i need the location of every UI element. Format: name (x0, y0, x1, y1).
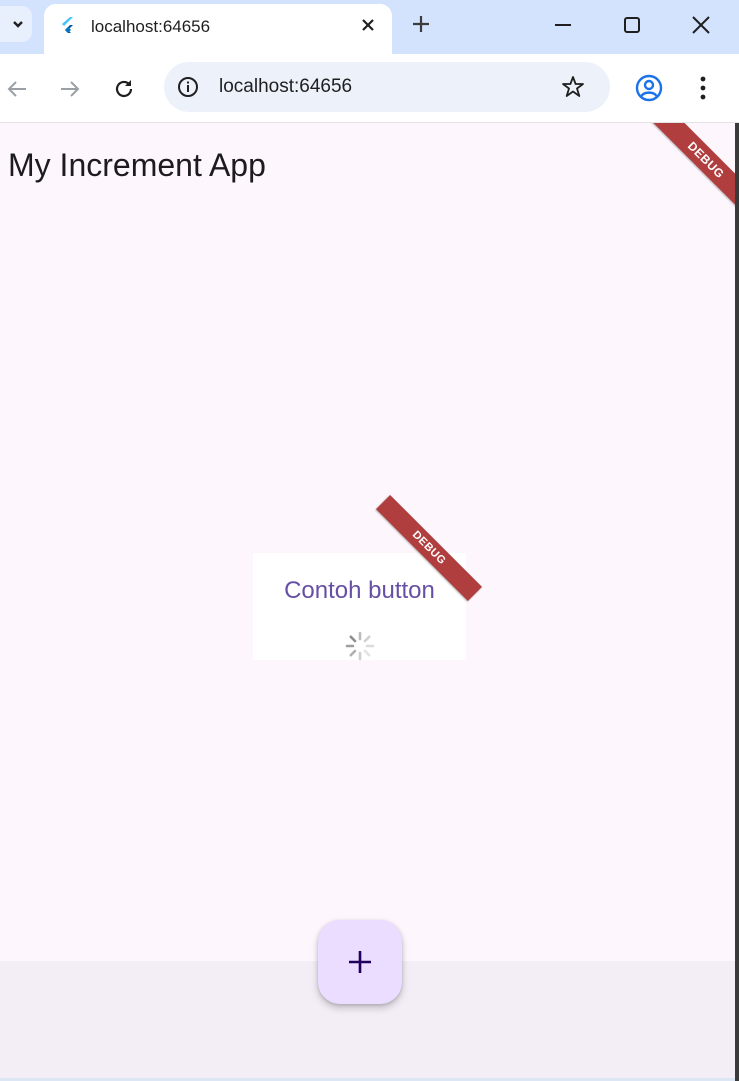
active-tab[interactable]: localhost:64656 (44, 4, 392, 54)
window-edge (735, 123, 739, 1081)
site-info-icon[interactable] (176, 75, 200, 99)
new-tab-button[interactable] (406, 9, 436, 39)
contoh-button[interactable]: Contoh button (253, 577, 466, 605)
address-bar[interactable]: localhost:64656 (164, 62, 610, 112)
back-button[interactable] (2, 74, 32, 104)
profile-icon[interactable] (634, 73, 664, 103)
tab-close-button[interactable] (356, 13, 380, 37)
debug-banner: DEBUG (645, 123, 735, 221)
flutter-favicon-icon (62, 17, 73, 33)
tab-search-button[interactable] (0, 6, 32, 42)
browser-toolbar: localhost:64656 (0, 54, 739, 123)
reload-icon (115, 80, 133, 98)
maximize-icon (624, 17, 640, 33)
back-arrow-icon (7, 81, 26, 97)
reload-button[interactable] (109, 74, 139, 104)
window-close-icon (692, 16, 710, 34)
content-card: Contoh button (253, 553, 466, 661)
forward-button[interactable] (55, 74, 85, 104)
loading-spinner-icon (345, 631, 375, 661)
window-close-button[interactable] (684, 8, 718, 42)
app-bar-title: My Increment App (8, 147, 266, 183)
minimize-icon (555, 24, 571, 26)
url-text: localhost:64656 (219, 76, 353, 97)
bookmark-star-icon[interactable] (560, 74, 586, 100)
add-icon (349, 951, 371, 973)
increment-fab[interactable] (318, 920, 402, 1004)
minimize-button[interactable] (546, 8, 580, 42)
forward-arrow-icon (61, 81, 80, 97)
tab-strip: localhost:64656 (0, 0, 739, 54)
close-icon (362, 19, 374, 31)
more-menu-icon[interactable] (690, 73, 716, 103)
maximize-button[interactable] (615, 8, 649, 42)
chevron-down-icon (13, 21, 23, 28)
app-page: My Increment App DEBUG Contoh button DEB… (0, 123, 735, 1078)
plus-icon (413, 16, 429, 32)
tab-title: localhost:64656 (91, 17, 211, 36)
